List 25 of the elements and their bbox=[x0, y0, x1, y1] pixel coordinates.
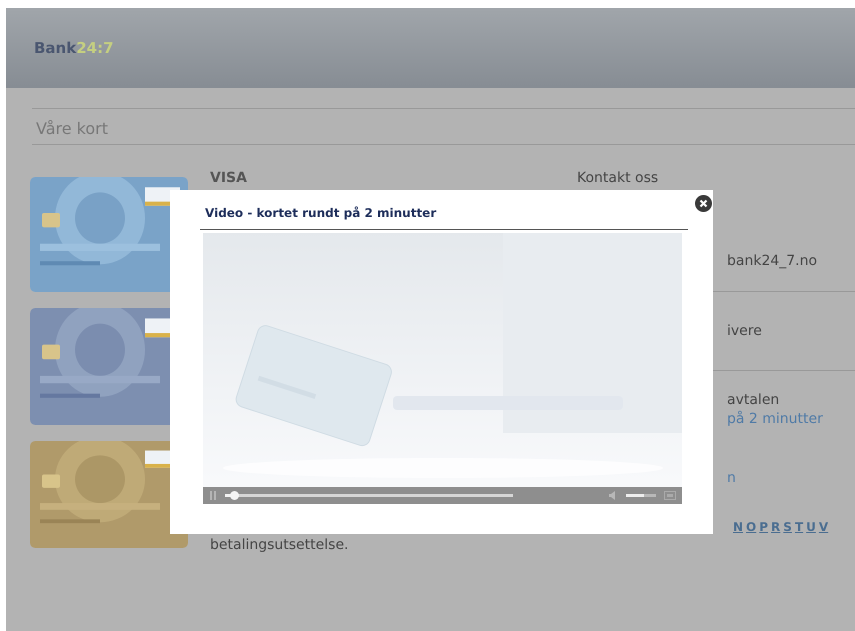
dialog-title: Video - kortet rundt på 2 minutter bbox=[205, 206, 436, 220]
speaker-icon[interactable] bbox=[609, 491, 618, 500]
fullscreen-icon[interactable] bbox=[664, 491, 676, 500]
page-title: Våre kort bbox=[36, 119, 108, 138]
close-icon[interactable] bbox=[695, 195, 712, 212]
volume-slider[interactable] bbox=[626, 494, 656, 497]
letter-link[interactable]: S bbox=[783, 520, 792, 534]
list-item-text: ivere bbox=[727, 323, 762, 339]
card-title: VISA bbox=[210, 170, 247, 186]
letter-link[interactable]: P bbox=[759, 520, 768, 534]
logo[interactable]: Bank24:7 bbox=[34, 39, 114, 57]
letter-link[interactable]: V bbox=[818, 520, 828, 534]
letter-link[interactable]: T bbox=[794, 520, 804, 534]
pause-icon[interactable] bbox=[209, 491, 217, 500]
letter-link[interactable]: O bbox=[746, 520, 756, 534]
agreement-text: avtalen bbox=[727, 392, 780, 408]
letter-link[interactable]: N bbox=[733, 520, 744, 534]
email-text: bank24_7.no bbox=[727, 253, 818, 269]
letter-link[interactable]: R bbox=[771, 520, 780, 534]
letter-link[interactable]: U bbox=[806, 520, 816, 534]
card-description: betalingsutsettelse. bbox=[210, 537, 349, 553]
progress-slider[interactable] bbox=[225, 494, 513, 497]
video-link[interactable]: på 2 minutter bbox=[727, 411, 823, 427]
link-fragment[interactable]: n bbox=[727, 470, 736, 486]
contact-heading: Kontakt oss bbox=[577, 170, 658, 186]
